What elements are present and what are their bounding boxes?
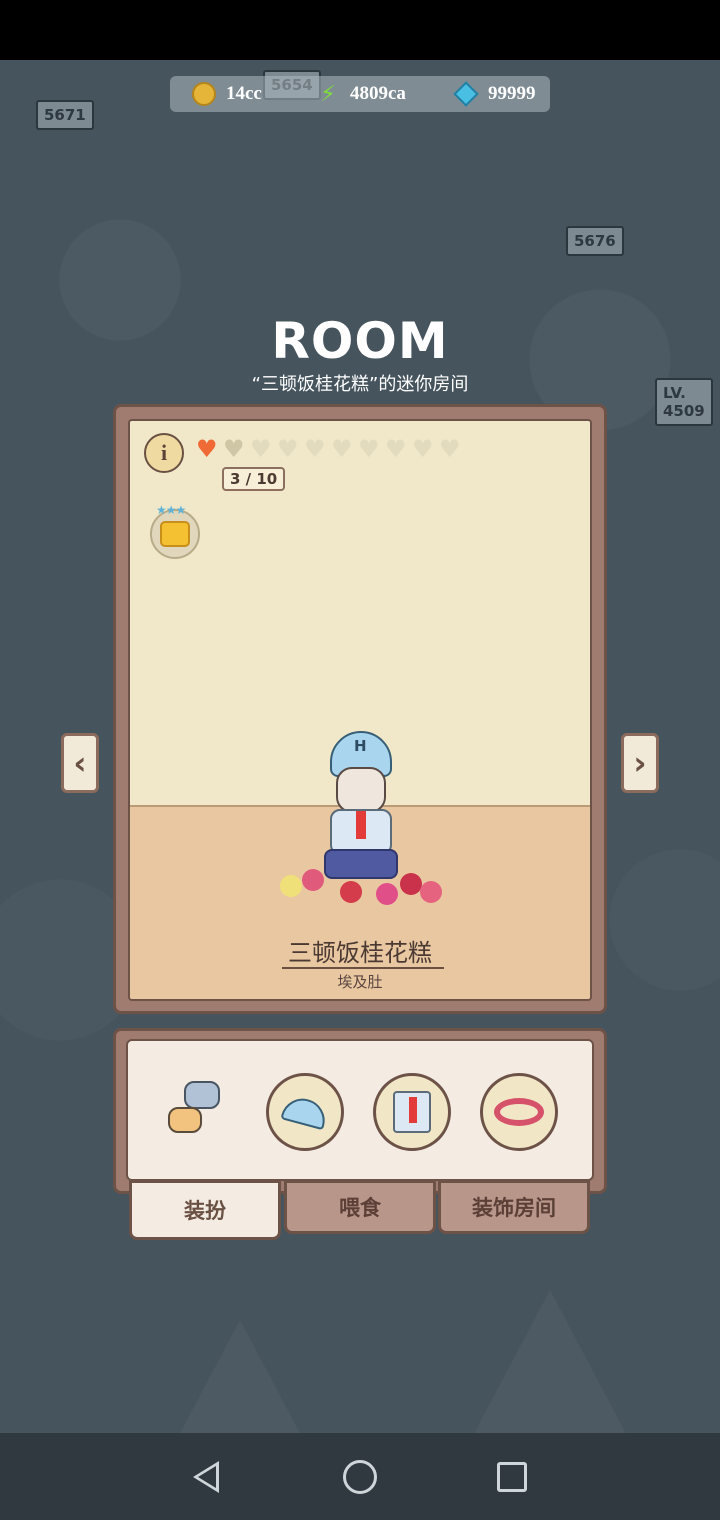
chevron-left-icon: ‹ (73, 744, 87, 782)
flower-wreath-icon (494, 1098, 544, 1126)
room-panel: i ♥♥♥♥♥♥♥♥♥♥ 3 / 10 ★★★ 三顿饭桂花糕 埃及肚 (113, 404, 607, 1014)
heart-icon: ♥ (223, 435, 245, 463)
heart-icon: ♥ (196, 435, 218, 463)
back-button[interactable] (186, 1457, 226, 1497)
home-circle-icon (343, 1460, 377, 1494)
red-tie (356, 811, 366, 839)
previous-room-button[interactable]: ‹ (61, 733, 99, 793)
energy-counter: ⚡ 4809ca (316, 81, 406, 107)
page-title: ROOM (271, 312, 449, 370)
baseball-cap-icon (280, 1093, 330, 1131)
outfit-panel (113, 1028, 607, 1194)
energy-bolt-icon: ⚡ (320, 81, 336, 107)
gem-counter: 99999 (453, 81, 536, 107)
clothes-slot[interactable] (373, 1073, 451, 1151)
recent-square-icon (497, 1462, 527, 1492)
heart-icon: ♥ (304, 435, 326, 463)
coin-counter: 14cc (192, 82, 262, 106)
heart-icon: ♥ (250, 435, 272, 463)
chevron-right-icon: › (633, 744, 647, 782)
tab-dress[interactable]: 装扮 (129, 1180, 281, 1240)
character-name: 三顿饭桂花糕 (288, 939, 432, 967)
room-view[interactable]: i ♥♥♥♥♥♥♥♥♥♥ 3 / 10 ★★★ 三顿饭桂花糕 埃及肚 (128, 419, 592, 1001)
cat-face (336, 767, 386, 813)
next-room-button[interactable]: › (621, 733, 659, 793)
tab-feed[interactable]: 喂食 (284, 1180, 436, 1234)
currency-bar: 14cc ⚡ 4809ca 99999 (170, 76, 550, 112)
accessory-slot[interactable] (480, 1073, 558, 1151)
page-subtitle: “三顿饭桂花糕”的迷你房间 (251, 374, 469, 395)
status-bar (0, 0, 720, 60)
hat-slot[interactable] (266, 1073, 344, 1151)
stars-icon: ★★★ (156, 503, 186, 517)
heart-icon: ♥ (331, 435, 353, 463)
coin-icon (192, 82, 216, 106)
heart-icon: ♥ (412, 435, 434, 463)
gem-value: 99999 (488, 83, 536, 104)
heart-icon: ♥ (277, 435, 299, 463)
honeycomb-badge-icon[interactable]: ★★★ (150, 503, 200, 559)
recent-apps-button[interactable] (492, 1457, 532, 1497)
character-breed: 埃及肚 (337, 973, 383, 991)
heart-icon: ♥ (358, 435, 380, 463)
coin-value: 14cc (226, 83, 262, 104)
flower-wreath (280, 869, 450, 909)
gem-icon (453, 81, 479, 107)
back-triangle-icon (193, 1461, 219, 1493)
name-underline (282, 967, 444, 969)
heart-count: 3 / 10 (222, 467, 286, 491)
tab-decorate-room[interactable]: 装饰房间 (438, 1180, 590, 1234)
level-sign: 5671 (36, 100, 94, 130)
shirt-tie-icon (393, 1091, 431, 1133)
heart-icon: ♥ (439, 435, 461, 463)
affection-hearts: ♥ ♥ ♥ ♥ ♥ ♥ ♥ ♥ ♥ ♥ (196, 437, 466, 461)
home-button[interactable] (340, 1457, 380, 1497)
level-sign: 5676 (566, 226, 624, 256)
swap-cats-icon[interactable] (168, 1081, 230, 1141)
energy-value: 4809ca (350, 83, 406, 104)
info-button[interactable]: i (144, 433, 184, 473)
outfit-slots (126, 1039, 594, 1181)
honeycomb-icon (160, 521, 190, 547)
navigation-bar (0, 1433, 720, 1520)
heart-icon: ♥ (385, 435, 407, 463)
cat-character[interactable] (280, 731, 450, 921)
